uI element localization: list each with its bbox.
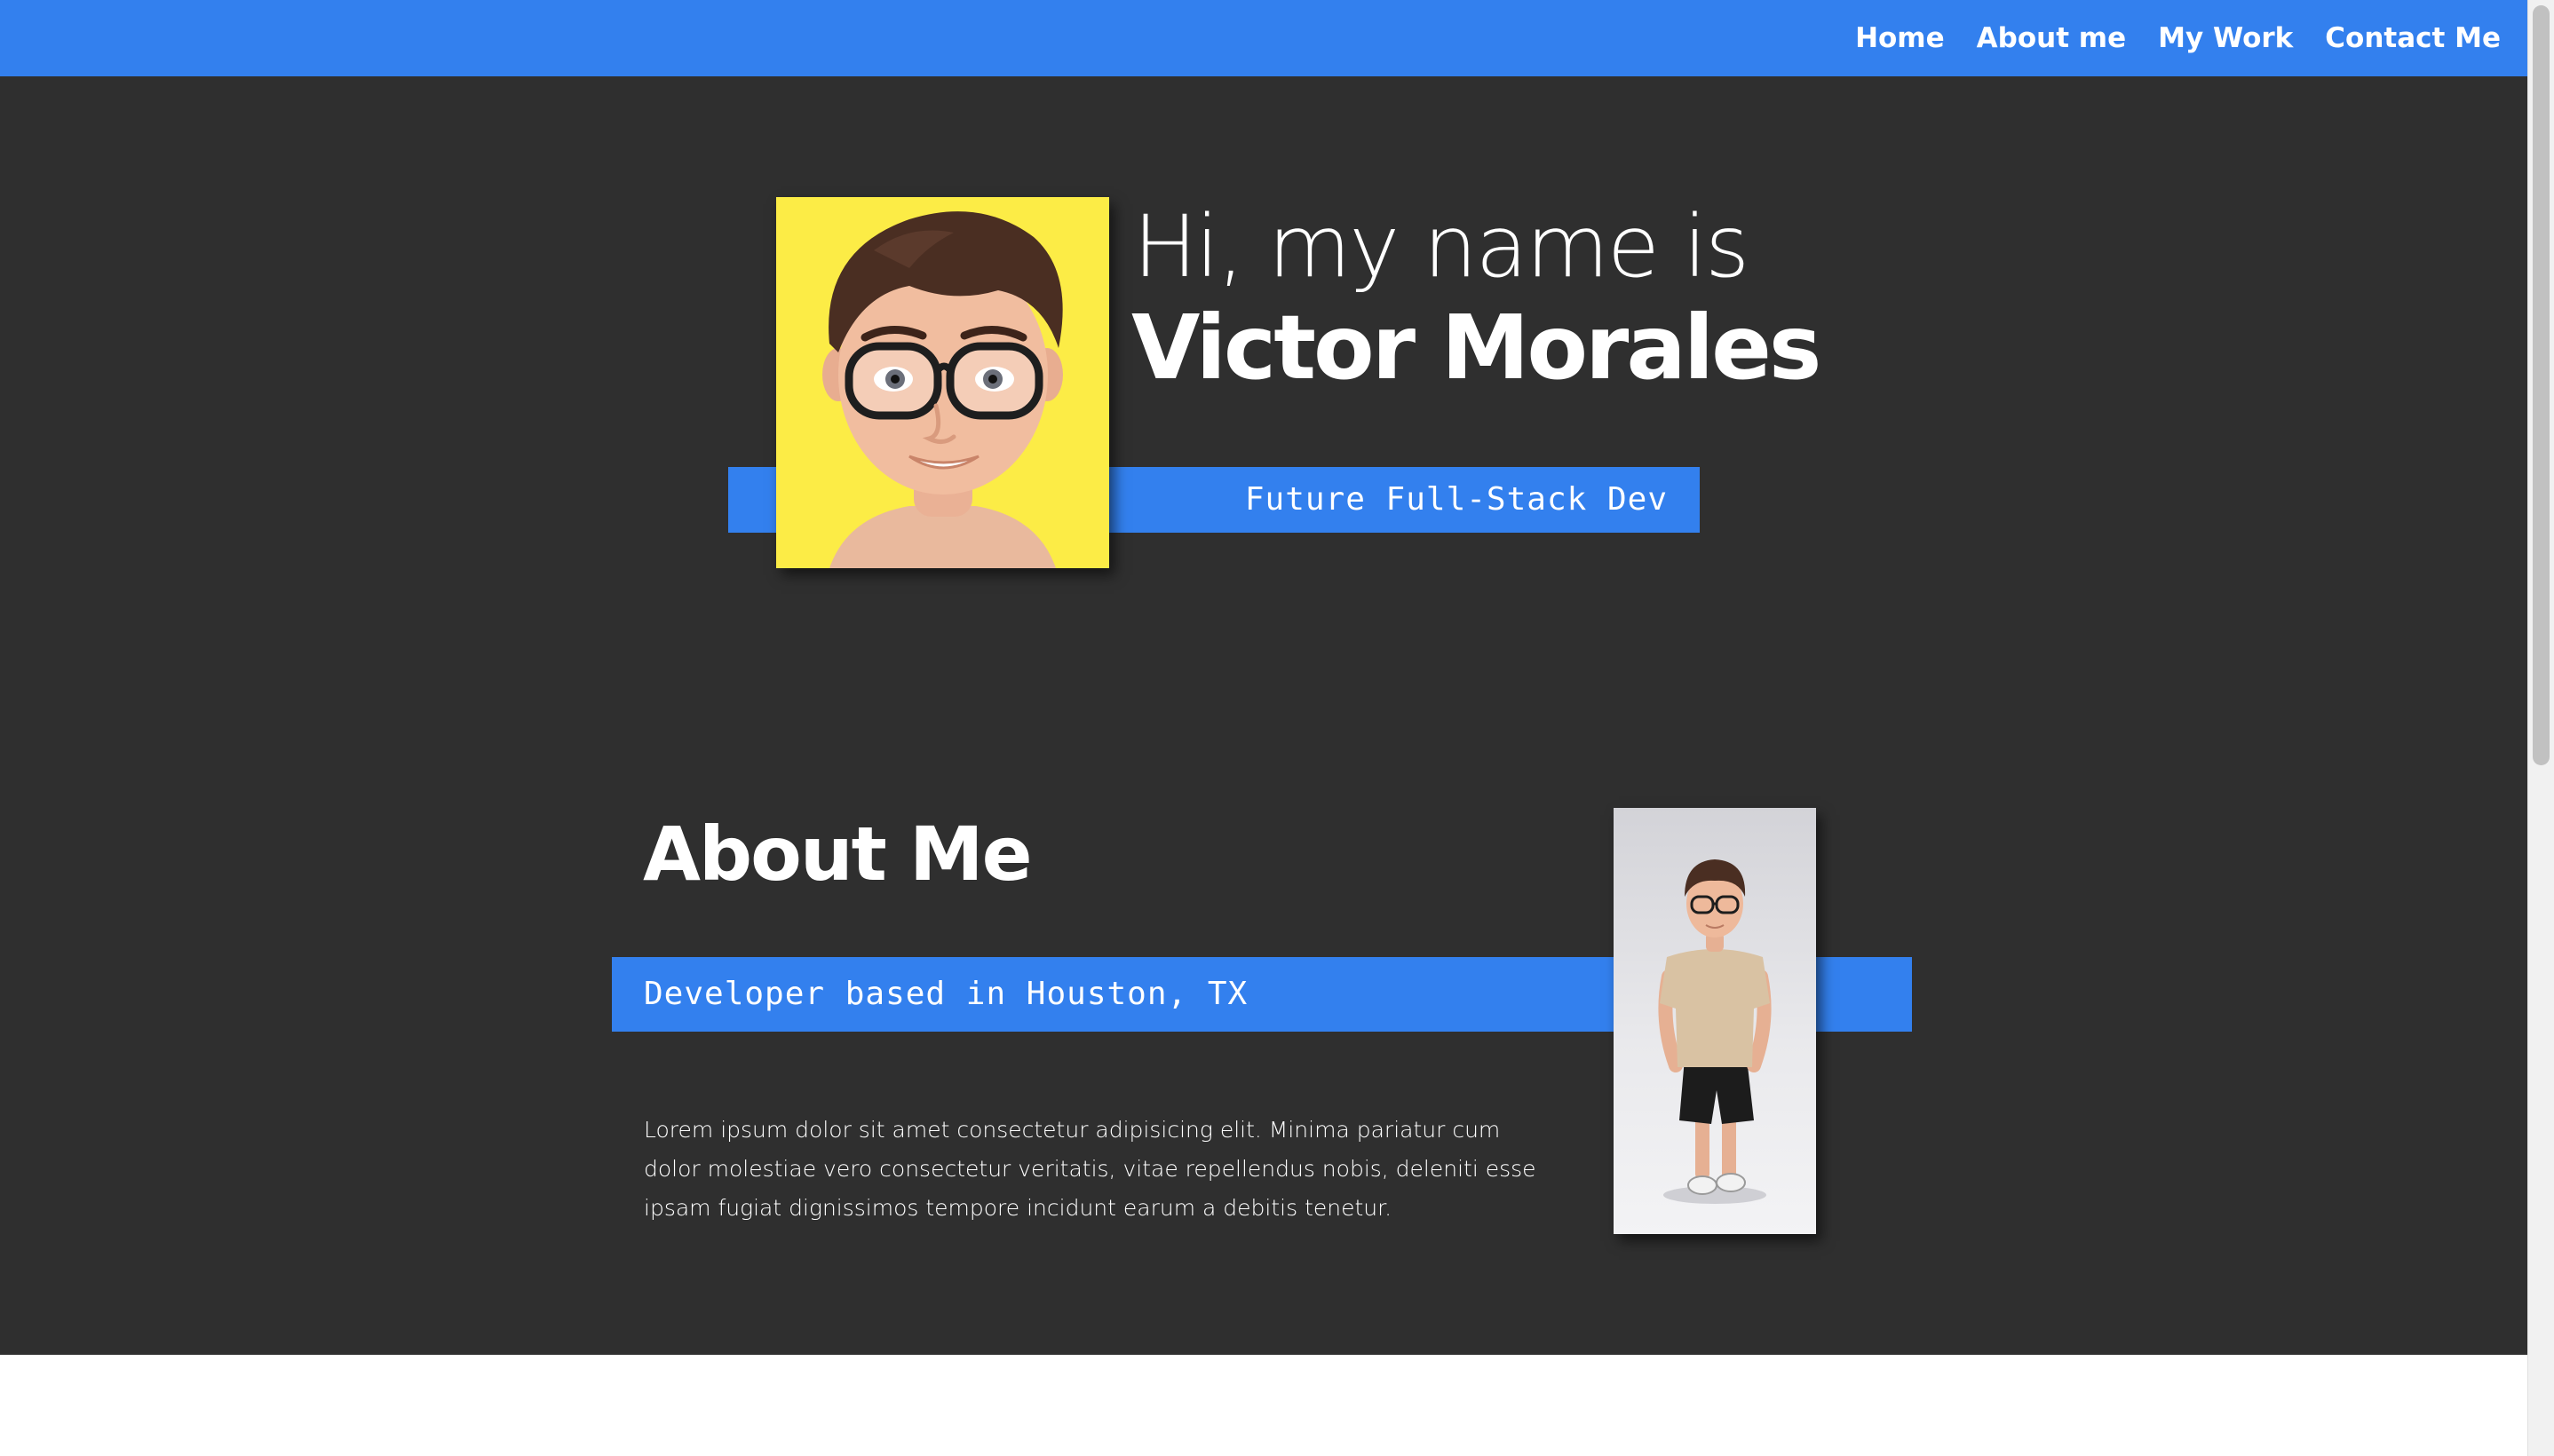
hero-greeting: Hi, my name is (1133, 197, 1749, 297)
nav-link-about-me[interactable]: About me (1977, 22, 2127, 54)
about-body-text: Lorem ipsum dolor sit amet consectetur a… (644, 1117, 1536, 1221)
scrollbar-thumb[interactable] (2533, 5, 2550, 765)
nav-link-home[interactable]: Home (1855, 22, 1945, 54)
avatar-fullbody-image (1614, 808, 1816, 1234)
nav-link-contact-me[interactable]: Contact Me (2325, 22, 2501, 54)
about-title: About Me (643, 811, 1033, 898)
avatar-portrait (776, 197, 1109, 568)
avatar-fullbody-illustration (1658, 859, 1772, 1204)
page-viewport: Home About me My Work Contact Me Future … (0, 0, 2527, 1456)
avatar-head-illustration (822, 211, 1063, 568)
nav-links: Home About me My Work Contact Me (1855, 0, 2501, 76)
nav-link-my-work[interactable]: My Work (2158, 22, 2293, 54)
top-navbar: Home About me My Work Contact Me (0, 0, 2527, 76)
hero-subtitle: Future Full-Stack Dev (1244, 481, 1668, 518)
about-subtitle: Developer based in Houston, TX (644, 976, 1249, 1012)
hero-name: Victor Morales (1131, 296, 1821, 400)
vertical-scrollbar[interactable] (2527, 0, 2554, 1456)
